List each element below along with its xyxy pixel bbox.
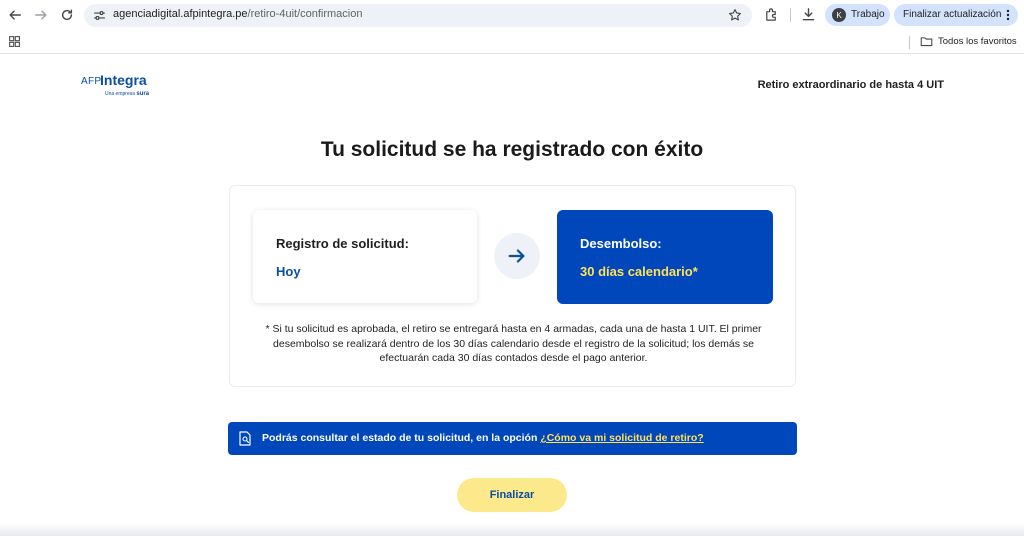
profile-button[interactable]: K Trabajo — [825, 4, 890, 26]
status-info-message: Podrás consultar el estado de tu solicit… — [262, 432, 541, 444]
registration-box: Registro de solicitud: Hoy — [253, 210, 477, 303]
arrow-right-icon — [494, 233, 540, 279]
finish-update-label: Finalizar actualización — [903, 9, 1002, 20]
back-arrow-icon[interactable] — [6, 6, 24, 24]
address-bar[interactable]: agenciadigital.afpintegra.pe/retiro-4uit… — [84, 4, 752, 27]
logo-afp-text: AFP — [81, 76, 102, 87]
page-header-title: Retiro extraordinario de hasta 4 UIT — [757, 79, 944, 91]
url-domain: agenciadigital.afpintegra.pe — [113, 8, 248, 20]
bottom-fade — [0, 523, 1024, 536]
all-bookmarks-link[interactable]: Todos los favoritos — [938, 36, 1017, 47]
afp-integra-logo[interactable]: AFP Integra Una empresa sura — [81, 72, 161, 100]
registration-value: Hoy — [276, 264, 301, 279]
logo-tagline-text: Una empresa — [105, 91, 136, 97]
page-content: AFP Integra Una empresa sura Retiro extr… — [0, 55, 1024, 536]
bookmarks-bar: Todos los favoritos — [0, 30, 1024, 54]
disbursement-box: Desembolso: 30 días calendario* — [557, 210, 773, 304]
disbursement-label: Desembolso: — [580, 236, 662, 251]
forward-arrow-icon[interactable] — [32, 6, 50, 24]
logo-sura-text: sura — [136, 91, 150, 97]
finish-button[interactable]: Finalizar — [457, 478, 567, 512]
finish-update-button[interactable]: Finalizar actualización — [894, 4, 1018, 26]
bookmarks-divider — [909, 36, 910, 49]
bookmark-star-icon[interactable] — [728, 8, 742, 22]
registration-label: Registro de solicitud: — [276, 236, 409, 251]
folder-icon[interactable] — [920, 35, 933, 48]
profile-avatar: K — [832, 8, 846, 22]
profile-name: Trabajo — [851, 9, 885, 20]
status-info-text: Podrás consultar el estado de tu solicit… — [262, 432, 704, 444]
logo-tagline: Una empresa sura — [105, 91, 149, 97]
success-title: Tu solicitud se ha registrado con éxito — [320, 138, 704, 161]
apps-grid-icon[interactable] — [8, 35, 21, 48]
reload-icon[interactable] — [58, 6, 76, 24]
url-path: /retiro-4uit/confirmacion — [247, 8, 363, 20]
site-settings-icon[interactable] — [93, 9, 106, 22]
browser-toolbar: agenciadigital.afpintegra.pe/retiro-4uit… — [0, 0, 1024, 30]
extensions-puzzle-icon[interactable] — [764, 7, 779, 22]
logo-integra-text: Integra — [100, 72, 147, 88]
more-menu-icon[interactable] — [1004, 8, 1012, 22]
summary-card: Registro de solicitud: Hoy Desembolso: 3… — [229, 185, 796, 387]
status-info-bar: Podrás consultar el estado de tu solicit… — [228, 422, 797, 455]
disbursement-note: * Si tu solicitud es aprobada, el retiro… — [265, 323, 762, 364]
toolbar-divider — [790, 8, 791, 22]
url-text[interactable]: agenciadigital.afpintegra.pe/retiro-4uit… — [113, 8, 362, 20]
document-search-icon — [239, 431, 251, 446]
request-status-link[interactable]: ¿Cómo va mi solicitud de retiro? — [540, 432, 703, 444]
disbursement-value: 30 días calendario* — [580, 264, 698, 279]
download-icon[interactable] — [801, 7, 816, 22]
